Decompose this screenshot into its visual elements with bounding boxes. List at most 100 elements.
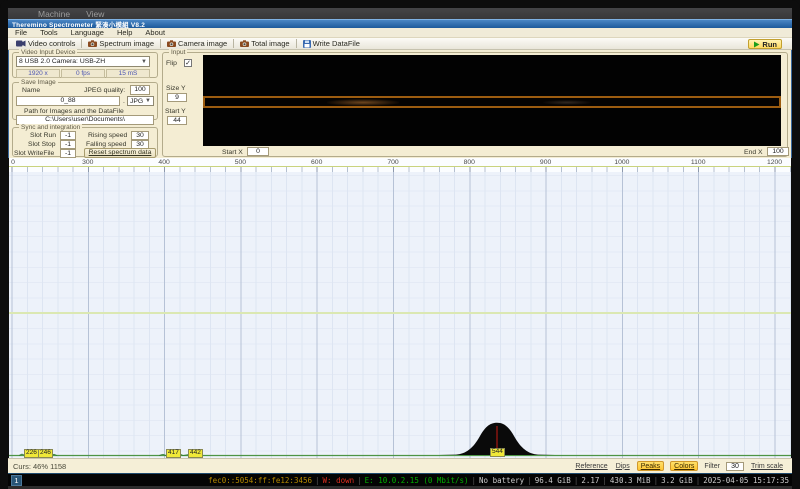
app-titlebar[interactable]: Theremino Spectrometer 緊湊小模組 V8.2 [8,19,792,28]
system-status: fec0::5054:ff:fe12:3456| W: down| E: 10.… [208,476,789,485]
filter-field[interactable]: 30 [726,462,744,471]
os-taskbar: 1 fec0::5054:ff:fe12:3456| W: down| E: 1… [8,473,792,486]
disk-status: 96.4 GiB [535,476,571,485]
vm-menu-view[interactable]: View [86,9,104,19]
scan-band-selector[interactable] [203,96,781,108]
play-icon [753,41,760,48]
format-value: JPG [130,98,143,105]
ruler-tick-label: 400 [158,159,169,166]
size-y-field[interactable]: 9 [167,93,187,102]
name-label: Name [22,87,40,94]
spectrum-image-button[interactable]: Spectrum image [84,39,158,49]
chevron-down-icon: ▼ [141,59,147,65]
ruler-tick-label: 600 [311,159,322,166]
end-x-label: End X [744,149,763,156]
video-controls-label: Video controls [28,39,75,48]
menu-about[interactable]: About [145,28,165,37]
flip-checkbox[interactable]: ✓ [184,59,192,67]
video-controls-button[interactable]: Video controls [12,39,79,49]
menu-file[interactable]: File [15,28,27,37]
total-image-label: Total image [251,39,289,48]
toolbar-separator [160,39,161,48]
wavelength-ruler: 0 300 400 500 600 700 800 900 1000 1100 … [9,158,791,172]
ruler-tick-label: 500 [235,159,246,166]
colors-toggle[interactable]: Colors [670,461,698,471]
screen: Machine View Theremino Spectrometer 緊湊小模… [0,0,800,489]
size-y-label: Size Y [166,85,186,92]
rising-speed-label: Rising speed [88,132,127,139]
workspace-indicator[interactable]: 1 [11,475,22,486]
run-button[interactable]: Run [748,39,782,49]
filename-field[interactable]: 0_88 [16,96,120,106]
ruler-tick-label: 1000 [614,159,629,166]
camera-icon [240,40,249,47]
spectrum-glow [543,100,591,105]
path-label: Path for Images and the DataFile [24,108,124,115]
write-datafile-label: Write DataFile [313,39,360,48]
total-image-button[interactable]: Total image [236,39,293,49]
trim-scale-button[interactable]: Trim scale [750,463,784,470]
vm-menu-machine[interactable]: Machine [38,9,70,19]
clock: 2025-04-05 15:17:35 [703,476,789,485]
resolution-value: 1920 x [16,69,60,78]
dot-label: . [123,98,125,105]
ruler-tick-label: 300 [82,159,93,166]
sync-legend: Sync and integration [19,124,82,131]
camera-image-button[interactable]: Camera image [163,39,231,49]
slot-writefile-field[interactable]: -1 [60,149,76,158]
toolbar-separator [296,39,297,48]
menu-tools[interactable]: Tools [40,28,58,37]
video-device-select[interactable]: 8 USB 2.0 Camera: USB-ZH ▼ [16,56,150,67]
write-datafile-button[interactable]: Write DataFile [299,39,364,49]
cursor-readout: Curs: 46% 1158 [13,462,66,471]
slot-run-label: Slot Run [30,132,56,139]
jpeg-quality-field[interactable]: 100 [130,85,150,95]
slot-stop-field[interactable]: -1 [60,140,76,149]
camera-icon [167,40,176,47]
peaks-toggle[interactable]: Peaks [637,461,664,471]
falling-speed-label: Falling speed [86,141,126,148]
marker-442: 442 [188,449,203,458]
menu-help[interactable]: Help [117,28,132,37]
spectrum-glow [327,99,399,106]
marker-246: 246 [38,449,53,458]
vm-menubar: Machine View [8,8,792,19]
memory-used-status: 430.3 MiB [610,476,651,485]
camera-image-label: Camera image [178,39,227,48]
reset-spectrum-button[interactable]: Reset spectrum data [84,148,156,158]
ruler-tick-label: 800 [464,159,475,166]
slot-run-field[interactable]: -1 [60,131,76,140]
video-input-legend: Video Input Device [19,49,77,56]
reference-button[interactable]: Reference [574,463,608,470]
ethernet-status: E: 10.0.2.15 (0 Mbit/s) [365,476,469,485]
video-controls-icon [16,40,26,47]
chart-status-bar: Curs: 46% 1158 Reference Dips Peaks Colo… [8,458,792,473]
app-menubar: File Tools Language Help About [8,28,792,38]
dips-button[interactable]: Dips [615,463,631,470]
end-x-field[interactable]: 100 [767,147,789,156]
rising-speed-field[interactable]: 30 [131,131,149,140]
slot-writefile-label: Slot WriteFile [14,150,54,157]
start-y-label: Start Y [165,108,186,115]
chevron-down-icon: ▼ [145,98,151,104]
start-y-field[interactable]: 44 [167,116,187,125]
start-x-label: Start X [222,149,243,156]
menu-language[interactable]: Language [71,28,104,37]
camera-icon [88,40,97,47]
camera-preview[interactable] [203,55,781,146]
ipv6-status: fec0::5054:ff:fe12:3456 [208,476,312,485]
format-select[interactable]: JPG ▼ [127,96,154,106]
ruler-tick-label: 1100 [691,159,706,166]
toolbar-separator [81,39,82,48]
marker-226: 226 [24,449,39,458]
spectrum-chart[interactable]: 226 246 417 442 544 [9,172,791,458]
ruler-tick-label: 1200 [767,159,782,166]
marker-417: 417 [166,449,181,458]
slot-stop-label: Slot Stop [28,141,56,148]
start-x-field[interactable]: 0 [247,147,269,156]
run-label: Run [762,40,777,49]
latency-value: 15 mS [106,69,150,78]
filter-label: Filter [704,463,720,470]
input-legend: Input [169,49,187,56]
write-datafile-icon [303,40,311,48]
